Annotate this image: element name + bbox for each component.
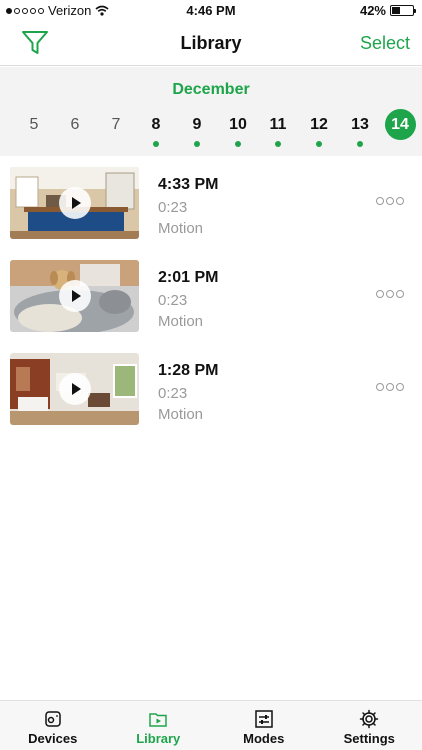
select-button[interactable]: Select	[360, 33, 410, 54]
day-number: 9	[192, 116, 202, 133]
clip-time: 4:33 PM	[158, 176, 219, 193]
tab-library[interactable]: Library	[106, 701, 212, 750]
more-options-icon[interactable]	[376, 290, 404, 298]
more-options-icon[interactable]	[376, 197, 404, 205]
event-indicator-dot	[316, 141, 322, 147]
day-10[interactable]: 10	[221, 111, 255, 151]
play-icon[interactable]	[58, 187, 91, 219]
day-12[interactable]: 12	[302, 111, 336, 151]
clip-thumbnail[interactable]	[10, 167, 139, 239]
day-9[interactable]: 9	[180, 111, 214, 151]
day-13[interactable]: 13	[343, 111, 377, 151]
clip-row[interactable]: 1:28 PM 0:23 Motion	[0, 353, 422, 433]
day-number: 8	[151, 116, 161, 133]
day-number: 12	[310, 116, 328, 133]
gear-icon	[360, 709, 379, 729]
day-number: 13	[351, 116, 369, 133]
day-11[interactable]: 11	[261, 111, 295, 151]
day-number: 10	[229, 116, 247, 133]
day-number: 6	[70, 116, 80, 133]
day-number: 7	[111, 116, 121, 133]
event-indicator-dot	[153, 141, 159, 147]
clip-event-type: Motion	[158, 313, 204, 330]
day-number: 5	[29, 116, 39, 133]
event-indicator-dot	[275, 141, 281, 147]
battery-level	[392, 7, 401, 14]
more-options-icon[interactable]	[376, 383, 404, 391]
tab-bar: Devices Library Modes Settings	[0, 700, 422, 750]
clip-thumbnail[interactable]	[10, 353, 139, 425]
status-right: 42%	[359, 3, 416, 18]
clip-duration: 0:23	[158, 385, 188, 402]
play-icon[interactable]	[58, 280, 91, 312]
nav-bar: Library Select	[0, 22, 422, 66]
tab-label-library: Library	[136, 731, 181, 746]
camera-device-icon	[45, 711, 61, 727]
clip-row[interactable]: 4:33 PM 0:23 Motion	[0, 167, 422, 247]
play-icon[interactable]	[58, 373, 91, 405]
status-time: 4:46 PM	[186, 3, 236, 18]
filter-button[interactable]	[20, 27, 50, 57]
event-indicator-dot	[357, 141, 363, 147]
clip-event-type: Motion	[158, 220, 204, 237]
clip-event-type: Motion	[158, 406, 204, 423]
page-title: Library	[180, 33, 242, 53]
funnel-icon	[22, 31, 48, 54]
tab-label-devices: Devices	[28, 731, 78, 746]
date-strip: December 5 6 7 8 9 10 11 12 13 14	[0, 67, 422, 156]
day-7[interactable]: 7	[99, 111, 133, 151]
battery-percent: 42%	[359, 3, 386, 18]
sliders-icon	[255, 710, 273, 728]
tab-settings[interactable]: Settings	[317, 701, 422, 750]
day-5[interactable]: 5	[17, 111, 51, 151]
video-library-icon	[149, 713, 167, 727]
month-label: December	[172, 81, 250, 98]
battery-icon	[390, 5, 416, 16]
day-number: 14	[384, 109, 416, 140]
event-indicator-dot	[194, 141, 200, 147]
tab-label-settings: Settings	[343, 731, 395, 746]
clip-duration: 0:23	[158, 199, 188, 216]
day-14[interactable]: 14	[383, 109, 417, 151]
day-number: 11	[269, 116, 287, 133]
day-8[interactable]: 8	[139, 111, 173, 151]
status-bar: Verizon 4:46 PM 42%	[0, 0, 422, 22]
event-indicator-dot	[235, 141, 241, 147]
day-6[interactable]: 6	[58, 111, 92, 151]
clip-thumbnail[interactable]	[10, 260, 139, 332]
tab-modes[interactable]: Modes	[211, 701, 317, 750]
tab-devices[interactable]: Devices	[0, 701, 106, 750]
clip-duration: 0:23	[158, 292, 188, 309]
clip-time: 2:01 PM	[158, 269, 219, 286]
clip-time: 1:28 PM	[158, 362, 219, 379]
clip-row[interactable]: 2:01 PM 0:23 Motion	[0, 260, 422, 340]
tab-label-modes: Modes	[243, 731, 285, 746]
